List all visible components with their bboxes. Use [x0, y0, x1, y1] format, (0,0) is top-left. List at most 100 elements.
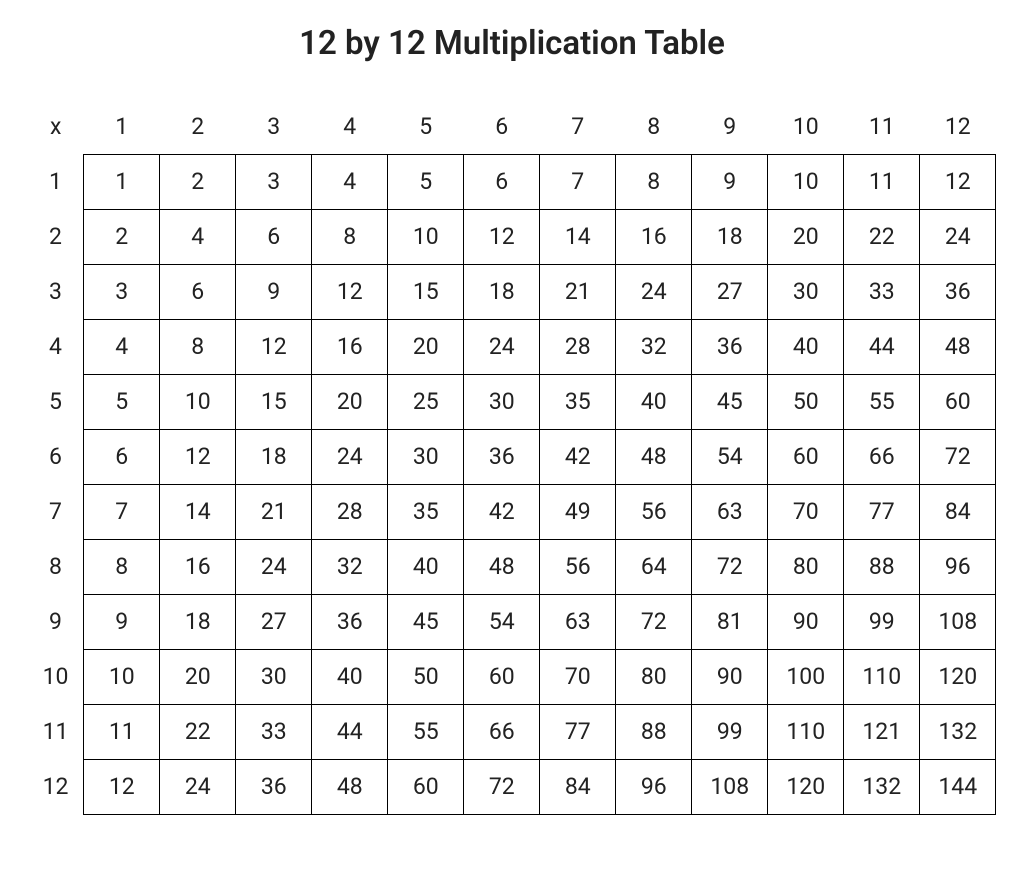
cell: 30 [768, 264, 844, 319]
cell: 8 [616, 154, 692, 209]
cell: 55 [844, 374, 920, 429]
col-header: 8 [616, 99, 692, 154]
col-header: 1 [84, 99, 160, 154]
cell: 25 [388, 374, 464, 429]
cell: 24 [920, 209, 996, 264]
row-header: 2 [28, 209, 84, 264]
cell: 120 [920, 649, 996, 704]
cell: 72 [464, 759, 540, 814]
cell: 14 [160, 484, 236, 539]
multiplication-table: x 1 2 3 4 5 6 7 8 9 10 11 12 1 1 2 3 4 5… [28, 99, 997, 815]
cell: 1 [84, 154, 160, 209]
cell: 40 [312, 649, 388, 704]
cell: 32 [312, 539, 388, 594]
col-header: 7 [540, 99, 616, 154]
row-header: 1 [28, 154, 84, 209]
cell: 40 [768, 319, 844, 374]
cell: 100 [768, 649, 844, 704]
cell: 33 [844, 264, 920, 319]
cell: 5 [388, 154, 464, 209]
cell: 84 [540, 759, 616, 814]
cell: 50 [768, 374, 844, 429]
cell: 88 [844, 539, 920, 594]
cell: 90 [768, 594, 844, 649]
cell: 20 [160, 649, 236, 704]
cell: 24 [160, 759, 236, 814]
row-header: 10 [28, 649, 84, 704]
cell: 4 [84, 319, 160, 374]
cell: 16 [160, 539, 236, 594]
cell: 35 [388, 484, 464, 539]
cell: 5 [84, 374, 160, 429]
cell: 12 [920, 154, 996, 209]
cell: 20 [312, 374, 388, 429]
cell: 24 [616, 264, 692, 319]
table-row: 4 4 8 12 16 20 24 28 32 36 40 44 48 [28, 319, 996, 374]
cell: 132 [920, 704, 996, 759]
col-header: 10 [768, 99, 844, 154]
cell: 56 [540, 539, 616, 594]
cell: 81 [692, 594, 768, 649]
cell: 110 [844, 649, 920, 704]
cell: 45 [692, 374, 768, 429]
cell: 6 [160, 264, 236, 319]
table-row: 3 3 6 9 12 15 18 21 24 27 30 33 36 [28, 264, 996, 319]
cell: 80 [768, 539, 844, 594]
cell: 72 [616, 594, 692, 649]
cell: 9 [692, 154, 768, 209]
cell: 72 [920, 429, 996, 484]
cell: 8 [84, 539, 160, 594]
cell: 36 [464, 429, 540, 484]
cell: 24 [236, 539, 312, 594]
cell: 16 [312, 319, 388, 374]
table-header-row: x 1 2 3 4 5 6 7 8 9 10 11 12 [28, 99, 996, 154]
cell: 18 [160, 594, 236, 649]
cell: 36 [236, 759, 312, 814]
table-row: 12 12 24 36 48 60 72 84 96 108 120 132 1… [28, 759, 996, 814]
cell: 10 [84, 649, 160, 704]
cell: 24 [312, 429, 388, 484]
col-header: 11 [844, 99, 920, 154]
cell: 36 [312, 594, 388, 649]
cell: 96 [920, 539, 996, 594]
cell: 12 [312, 264, 388, 319]
cell: 72 [692, 539, 768, 594]
cell: 3 [236, 154, 312, 209]
cell: 27 [692, 264, 768, 319]
table-row: 8 8 16 24 32 40 48 56 64 72 80 88 96 [28, 539, 996, 594]
col-header: 3 [236, 99, 312, 154]
cell: 60 [768, 429, 844, 484]
cell: 144 [920, 759, 996, 814]
cell: 12 [84, 759, 160, 814]
cell: 80 [616, 649, 692, 704]
cell: 22 [160, 704, 236, 759]
page-title: 12 by 12 Multiplication Table [18, 24, 1006, 63]
cell: 36 [692, 319, 768, 374]
cell: 63 [540, 594, 616, 649]
cell: 99 [844, 594, 920, 649]
cell: 8 [160, 319, 236, 374]
cell: 27 [236, 594, 312, 649]
cell: 6 [236, 209, 312, 264]
cell: 15 [388, 264, 464, 319]
cell: 20 [388, 319, 464, 374]
cell: 60 [388, 759, 464, 814]
cell: 33 [236, 704, 312, 759]
cell: 3 [84, 264, 160, 319]
cell: 55 [388, 704, 464, 759]
cell: 54 [464, 594, 540, 649]
col-header: 9 [692, 99, 768, 154]
cell: 6 [84, 429, 160, 484]
cell: 48 [312, 759, 388, 814]
cell: 88 [616, 704, 692, 759]
cell: 30 [236, 649, 312, 704]
cell: 44 [844, 319, 920, 374]
cell: 40 [388, 539, 464, 594]
cell: 9 [84, 594, 160, 649]
cell: 16 [616, 209, 692, 264]
cell: 48 [920, 319, 996, 374]
col-header: 12 [920, 99, 996, 154]
cell: 10 [388, 209, 464, 264]
cell: 48 [464, 539, 540, 594]
cell: 35 [540, 374, 616, 429]
